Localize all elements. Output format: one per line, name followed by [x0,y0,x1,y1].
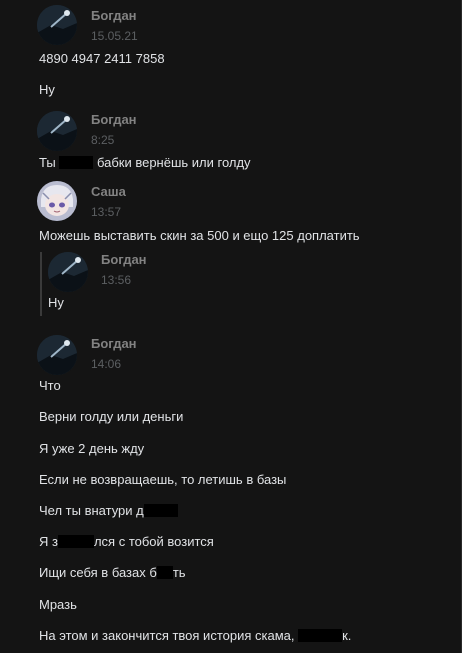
message-text: Чел ты внатури д [39,503,178,518]
message-text: Мразь [39,597,77,612]
message-author[interactable]: Богдан [91,112,137,127]
chat-history-pane: Богдан 15.05.21 4890 4947 2411 7858 Ну Б… [0,0,462,653]
message-time[interactable]: 8:25 [91,133,114,147]
dark-landscape-avatar-icon [37,111,77,151]
message-text: Верни голду или деньги [39,409,184,424]
message-text-part: Ищи себя в базах б [39,565,157,580]
message-text-part: бабки вернёшь или голду [93,155,251,170]
dark-landscape-avatar-icon [48,252,88,292]
redaction-block [143,504,178,517]
message-text: Что [39,378,61,393]
message-text: 4890 4947 2411 7858 [39,51,165,66]
message-text-part: Я з [39,534,58,549]
message-text-part: Чел ты внатури д [39,503,144,518]
message-author[interactable]: Богдан [91,336,137,351]
quoted-message-time[interactable]: 13:56 [101,273,131,287]
message-text: Ну [39,82,55,97]
message-time[interactable]: 15.05.21 [91,29,138,43]
message-time[interactable]: 14:06 [91,357,121,371]
message-text: На этом и закончится твоя история скама,… [39,628,351,643]
message-text-part: ть [172,565,186,580]
message-text: Я з лся с тобой возится [39,534,214,549]
message-time[interactable]: 13:57 [91,205,121,219]
message-author[interactable]: Саша [91,184,126,199]
message-text: Если не возвращаешь, то летишь в базы [39,472,287,487]
redaction-block [57,535,94,548]
message-text-part: лся с тобой возится [93,534,214,549]
redaction-block [156,566,173,579]
forwarded-quote-bar [40,252,42,316]
quoted-message-author[interactable]: Богдан [101,252,147,267]
message-text: Ищи себя в базах б ть [39,565,186,580]
user-avatar[interactable] [37,335,77,375]
quoted-message-text: Ну [48,295,64,310]
message-text-part: На этом и закончится твоя история скама, [39,628,299,643]
dark-landscape-avatar-icon [37,5,77,45]
message-text-part: к. [342,628,352,643]
message-text: Я уже 2 день жду [39,441,145,456]
quoted-user-avatar[interactable] [48,252,88,292]
message-text-part: Ты [39,155,60,170]
dark-landscape-avatar-icon [37,335,77,375]
message-text: Можешь выставить скин за 500 и ещо 125 д… [39,228,360,243]
message-author[interactable]: Богдан [91,8,137,23]
user-avatar[interactable] [37,5,77,45]
redaction-block [59,156,94,169]
user-avatar[interactable] [37,111,77,151]
message-text: Ты бабки вернёшь или голду [39,155,251,170]
redaction-block [298,629,343,642]
user-avatar[interactable] [37,181,77,221]
anime-character-avatar-icon [37,181,77,221]
